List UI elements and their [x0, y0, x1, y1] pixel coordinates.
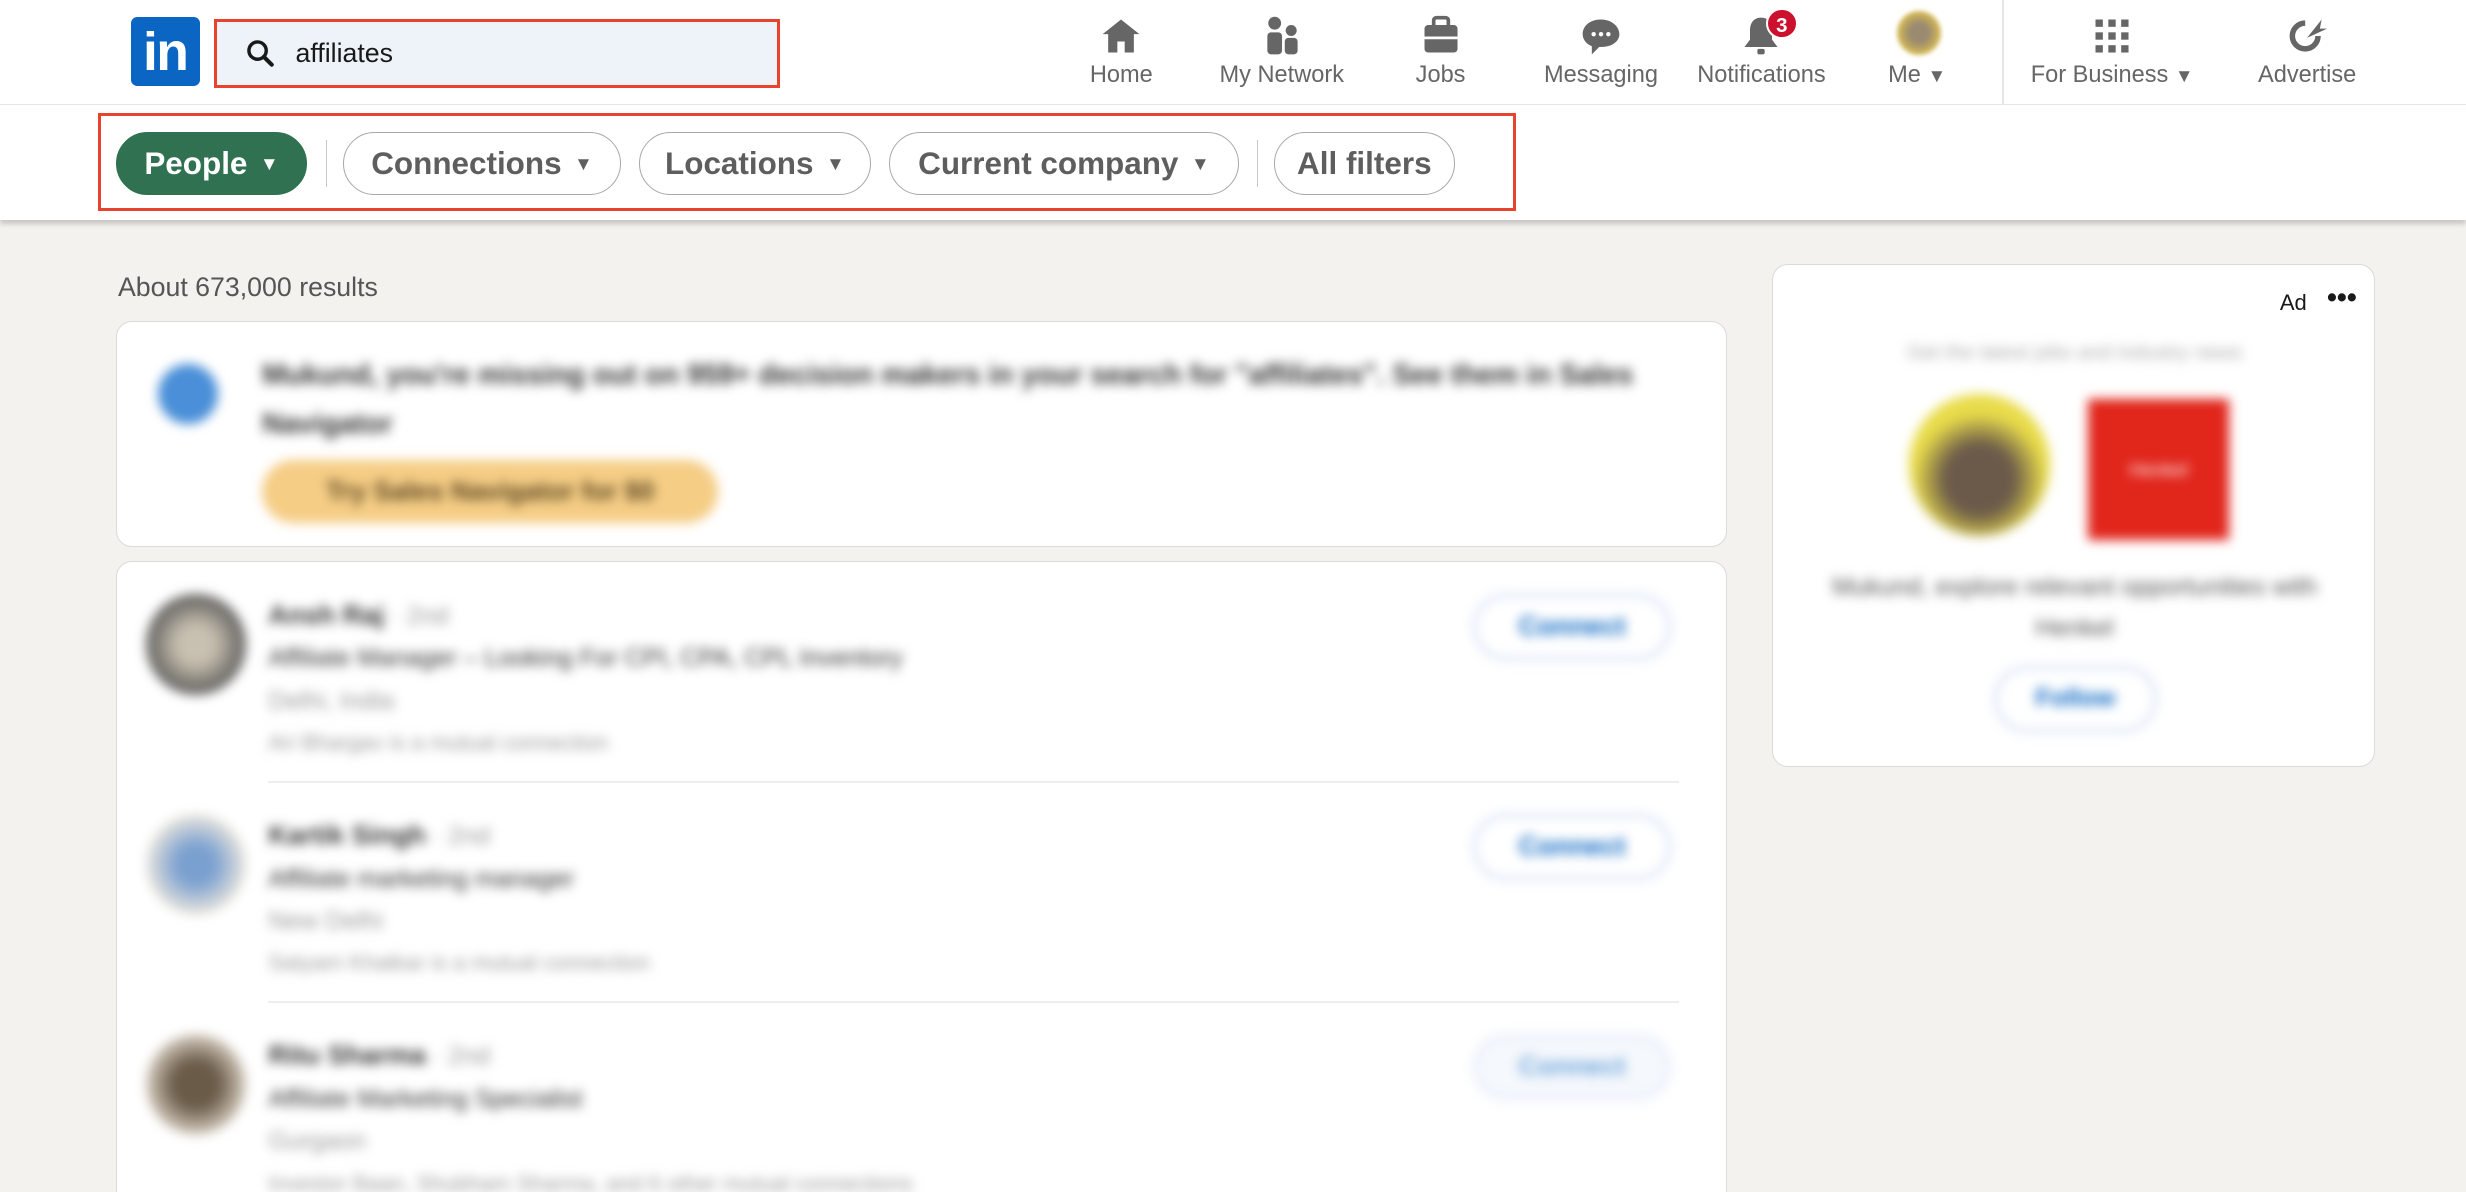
nav-messaging[interactable]: Messaging [1522, 0, 1679, 104]
nav-jobs[interactable]: Jobs [1362, 0, 1519, 104]
filter-bar: People ▼ Connections ▼ Locations ▼ Current … [0, 105, 2466, 221]
filter-people[interactable]: People ▼ [116, 132, 307, 195]
avatar [145, 593, 247, 695]
search-icon [247, 39, 274, 67]
all-filters-button[interactable]: All filters [1273, 132, 1455, 195]
avatar [1896, 11, 1941, 56]
filter-connections[interactable]: Connections ▼ [342, 132, 622, 195]
filter-divider [1256, 139, 1259, 188]
location: Gurgaon [268, 1127, 367, 1156]
caret-down-icon: ▼ [826, 152, 845, 174]
sales-navigator-icon [158, 364, 218, 425]
avatar [1908, 394, 2051, 536]
connection-degree: · 2nd [432, 1042, 491, 1071]
mutual-connections: Investor Baan, Shubham Sharma, and 6 oth… [268, 1170, 913, 1192]
list-item[interactable]: Ansh Raj · 2nd Affiliate Manager – Looki… [117, 562, 1725, 783]
briefcase-icon [1424, 15, 1458, 53]
network-icon [1267, 16, 1298, 55]
list-item[interactable]: Kartik Singh · 2nd Affiliate marketing m… [117, 783, 1725, 1003]
mutual-connections: Satyam Khatkar is a mutual connection [268, 950, 650, 976]
nav-notifications[interactable]: 3 Notifications [1683, 0, 1840, 104]
nav-divider [2002, 0, 2004, 104]
caret-down-icon: ▼ [1927, 65, 1947, 87]
ad-tagline: Get the latest jobs and industry news [1907, 340, 2243, 364]
connection-degree: · 2nd [432, 822, 491, 851]
sales-navigator-promo: Mukund, you're missing out on 959+ decis… [116, 320, 1727, 548]
person-name[interactable]: Kartik Singh [268, 820, 425, 850]
connection-degree: · 2nd [391, 601, 449, 630]
nav-label: Notifications [1697, 61, 1826, 88]
caret-down-icon: ▼ [574, 152, 593, 174]
more-options-icon[interactable]: ••• [2327, 281, 2357, 314]
avatar [145, 814, 247, 915]
nav-label: Messaging [1543, 61, 1659, 88]
chat-icon [1582, 19, 1620, 55]
nav-label: Jobs [1415, 61, 1466, 88]
nav-home[interactable]: Home [1043, 0, 1200, 104]
location: Delhi, India [268, 686, 395, 715]
nav-for-business[interactable]: For Business ▼ [2010, 0, 2214, 104]
caret-down-icon: ▼ [2174, 65, 2194, 87]
ad-card: Ad ••• Get the latest jobs and industry … [1772, 264, 2375, 768]
nav-my-network[interactable]: My Network [1203, 0, 1360, 104]
headline: Affiliate Manager – Looking For CPI, CPA… [268, 644, 903, 673]
ad-label: Ad [2279, 290, 2307, 316]
grid-icon [2095, 19, 2129, 53]
nav-me[interactable]: Me ▼ [1838, 0, 1995, 104]
headline: Affiliate marketing manager [268, 864, 575, 893]
search-input[interactable] [295, 37, 736, 69]
nav-label: Advertise [2258, 61, 2357, 88]
avatar [145, 1034, 247, 1135]
try-sales-navigator-button[interactable]: Try Sales Navigator for $0 [262, 460, 719, 524]
promo-text: Mukund, you're missing out on 959+ decis… [262, 358, 1634, 439]
nav-label: My Network [1219, 61, 1344, 88]
caret-down-icon: ▼ [1191, 152, 1210, 174]
caret-down-icon: ▼ [260, 152, 279, 174]
headline: Affiliate Marketing Specialist [268, 1084, 583, 1113]
search-box[interactable] [213, 18, 781, 89]
list-item[interactable]: Ritu Sharma · 2nd Affiliate Marketing Sp… [117, 1003, 1725, 1192]
person-name[interactable]: Ritu Sharma [268, 1040, 425, 1070]
advertise-icon [2289, 19, 2328, 52]
notification-badge: 3 [1766, 7, 1798, 40]
nav-label: Me ▼ [1888, 61, 1947, 88]
connect-button[interactable]: Connect [1473, 1034, 1672, 1101]
top-nav: in Home My Network Jobs Messaging 3 Noti… [0, 0, 2466, 106]
location: New Delhi [268, 907, 383, 936]
nav-label: For Business ▼ [2030, 61, 2194, 88]
nav-label: Home [1089, 61, 1153, 88]
company-logo: Henkel [2087, 398, 2230, 541]
connect-button[interactable]: Connect [1473, 814, 1672, 881]
connect-button[interactable]: Connect [1473, 593, 1672, 660]
filter-locations[interactable]: Locations ▼ [638, 132, 872, 195]
filter-divider [325, 139, 328, 188]
person-name[interactable]: Ansh Raj [268, 600, 384, 630]
linkedin-logo[interactable]: in [130, 17, 200, 87]
ad-text: Mukund, explore relevant opportunities w… [1831, 573, 2318, 643]
filter-current-company[interactable]: Current company ▼ [888, 132, 1240, 195]
nav-advertise[interactable]: Advertise [2229, 0, 2386, 104]
follow-button[interactable]: Follow [1993, 666, 2158, 733]
results-count: About 673,000 results [117, 272, 378, 303]
home-icon [1102, 19, 1140, 53]
people-results: Ansh Raj · 2nd Affiliate Manager – Looki… [116, 561, 1727, 1192]
mutual-connections: Ari Bhargav is a mutual connection [268, 730, 609, 756]
